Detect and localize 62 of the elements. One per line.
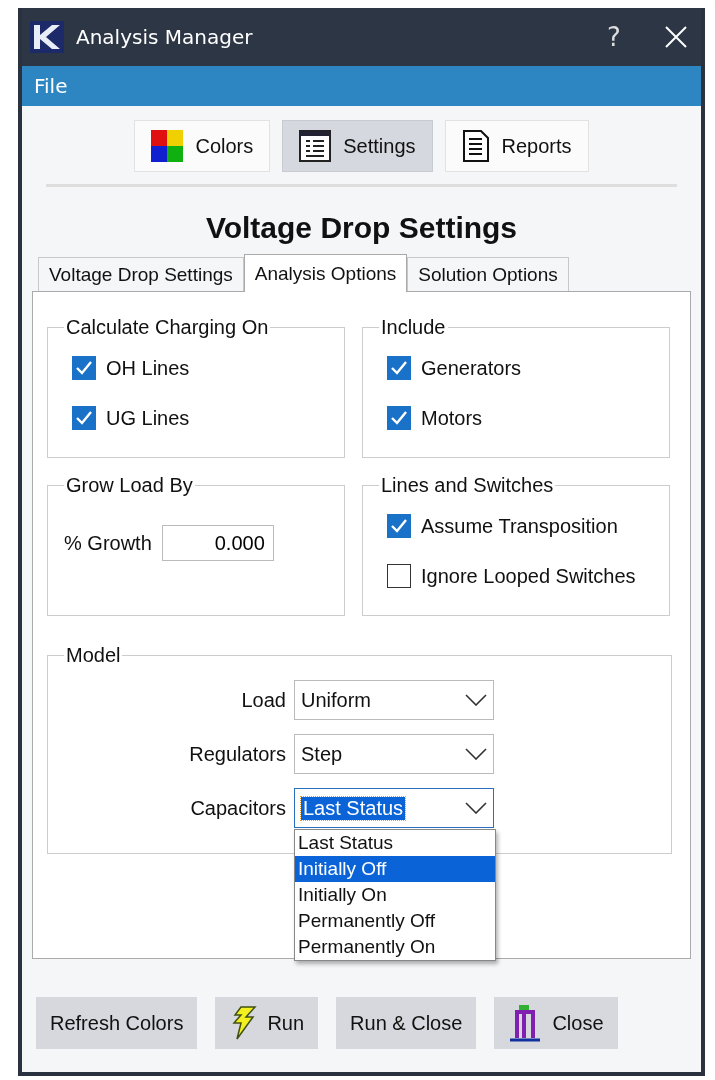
checkbox-label: OH Lines [106,356,190,380]
field-label: Load [240,688,287,712]
checkbox[interactable] [387,356,411,380]
growth-input[interactable]: 0.000 [161,525,274,561]
checkbox[interactable] [387,564,411,588]
field-label: Capacitors [189,796,287,820]
group-title: Lines and Switches [380,474,555,497]
toolbar-button[interactable]: Settings [282,120,433,172]
checkbox-label: Motors [421,406,483,430]
action-button[interactable]: Run [215,997,319,1049]
doorway-icon [508,1004,543,1042]
close-icon [664,25,688,49]
colored-squares-icon [151,130,184,162]
section-heading: Voltage Drop Settings [204,211,519,245]
tab[interactable]: Analysis Options [243,254,408,292]
dropdown-value: Last Status [301,796,406,820]
action-button[interactable]: Run & Close [336,997,477,1049]
group-title: Include [380,316,447,339]
field-label: % Growth [64,531,152,555]
dropdown-option[interactable]: Initially On [295,882,495,908]
chevron-down-icon [465,694,487,706]
action-button[interactable]: Close [494,997,618,1049]
checkbox-label: UG Lines [106,406,190,430]
checkbox-option[interactable]: Ignore Looped Switches [387,551,659,601]
dropdown-option[interactable]: Permanently Off [295,908,495,934]
dropdown-value: Uniform [301,688,371,712]
tab[interactable]: Solution Options [407,257,569,291]
toolbar-button[interactable]: Colors [134,120,271,172]
checkbox[interactable] [72,406,96,430]
dropdown-value: Step [301,742,343,766]
checkbox[interactable] [72,356,96,380]
dropdown-option[interactable]: Initially Off [295,856,495,882]
checkbox[interactable] [387,514,411,538]
checkbox-option[interactable]: Motors [387,393,659,443]
help-button[interactable]: ? [589,12,639,62]
checkbox-option[interactable]: Generators [387,343,659,393]
dropdown[interactable]: Step [294,734,494,774]
toolbar-button[interactable]: Reports [444,120,589,172]
checkbox-label: Generators [421,356,522,380]
list-window-icon [299,130,332,162]
action-button[interactable]: Refresh Colors [36,997,198,1049]
chevron-down-icon [465,748,487,760]
checkbox[interactable] [387,406,411,430]
checkbox-option[interactable]: UG Lines [72,393,334,443]
chevron-down-icon [465,802,487,814]
document-icon [461,129,490,163]
dropdown[interactable]: Last Status [294,788,494,828]
group-title: Grow Load By [65,474,194,497]
menu-item[interactable]: File [34,74,68,98]
checkbox-label: Ignore Looped Switches [421,564,636,588]
group-title: Model [65,644,122,667]
window-title: Analysis Manager [76,25,254,49]
tab[interactable]: Voltage Drop Settings [38,257,244,291]
checkbox-label: Assume Transposition [421,514,618,538]
checkbox-option[interactable]: Assume Transposition [387,501,659,551]
dropdown-option[interactable]: Last Status [295,830,495,856]
dropdown[interactable]: Uniform [294,680,494,720]
field-label: Regulators [188,742,287,766]
group-title: Calculate Charging On [65,316,270,339]
app-logo-icon [30,21,64,53]
dropdown-option[interactable]: Permanently On [295,934,495,960]
checkbox-option[interactable]: OH Lines [72,343,334,393]
